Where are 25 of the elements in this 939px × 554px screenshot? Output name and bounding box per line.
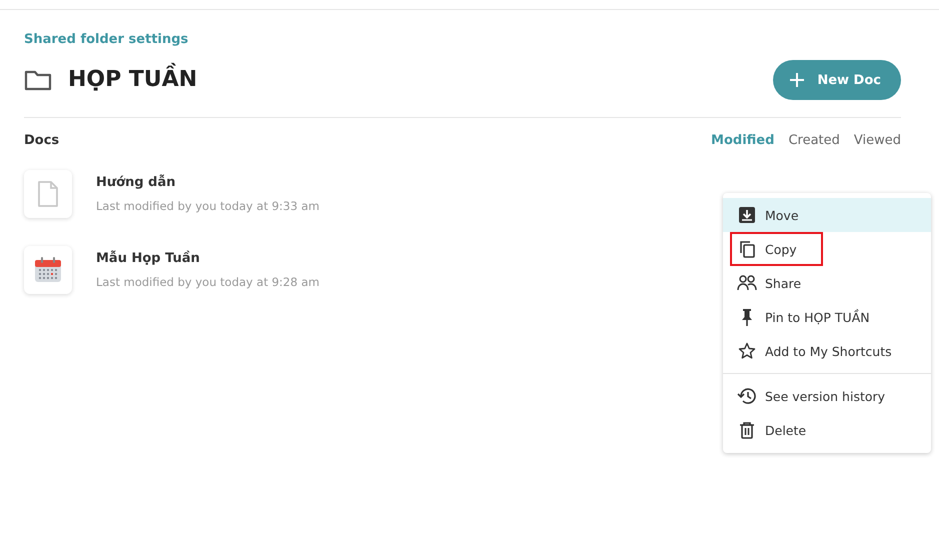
menu-item[interactable]: Copy <box>723 232 931 266</box>
menu-item[interactable]: Share <box>723 266 931 300</box>
menu-item[interactable]: Delete <box>723 413 931 447</box>
trash-icon <box>737 421 757 439</box>
doc-meta: Last modified by you today at 9:28 am <box>96 275 320 289</box>
people-icon <box>737 274 757 292</box>
doc-title[interactable]: Hướng dẫn <box>96 175 320 190</box>
folder-title: HỌP TUẦN <box>68 61 774 99</box>
star-icon <box>737 342 757 360</box>
history-icon <box>737 387 757 405</box>
move-to-icon <box>737 206 757 224</box>
doc-title[interactable]: Mẫu Họp Tuần <box>96 251 320 266</box>
sort-tab[interactable]: Created <box>788 133 840 148</box>
menu-item[interactable]: Pin to HỌP TUẦN <box>723 300 931 334</box>
document-icon <box>38 181 58 207</box>
folder-icon <box>24 69 52 91</box>
plus-icon <box>789 72 806 88</box>
copy-icon <box>737 240 757 258</box>
calendar-icon <box>34 257 62 283</box>
menu-item[interactable]: Move <box>723 198 931 232</box>
menu-item[interactable]: Add to My Shortcuts <box>723 334 931 368</box>
sort-tab[interactable]: Viewed <box>854 133 901 148</box>
menu-item[interactable]: See version history <box>723 379 931 413</box>
section-title: Docs <box>24 133 60 148</box>
doc-meta: Last modified by you today at 9:33 am <box>96 199 320 213</box>
